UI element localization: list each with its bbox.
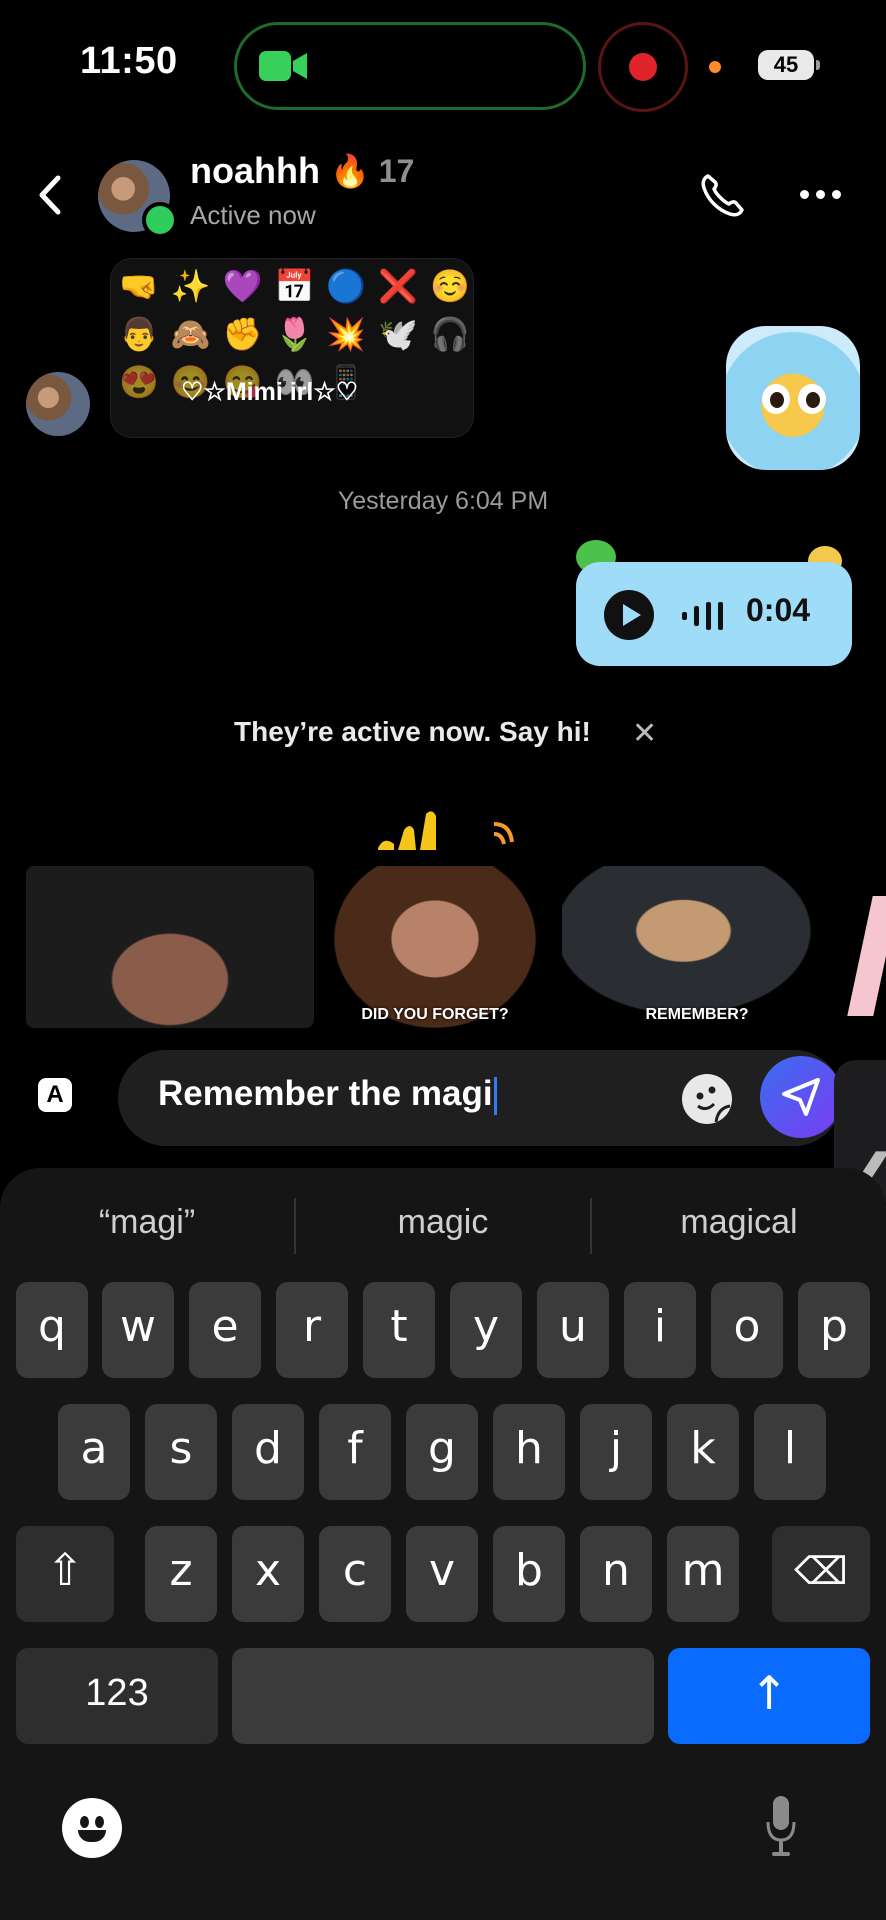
sender-avatar[interactable] <box>26 372 90 436</box>
gif-caption: REMEMBER? <box>645 1006 749 1023</box>
numbers-key[interactable]: 123 <box>16 1648 218 1744</box>
sticker-eye <box>762 384 790 414</box>
gif-result-partial[interactable] <box>847 896 886 1016</box>
suggestion-quoted[interactable]: “magi” <box>0 1168 294 1276</box>
key-d[interactable]: d <box>232 1404 304 1500</box>
suggestion-magical[interactable]: magical <box>592 1168 886 1276</box>
send-icon <box>782 1078 820 1116</box>
message-timestamp: Yesterday 6:04 PM <box>337 487 549 515</box>
key-a[interactable]: a <box>58 1404 130 1500</box>
emoji-row: 🤜✨💜📅🔵❌☺️ <box>119 268 474 304</box>
gif-result[interactable]: DID YOU FORGET? <box>334 866 536 1028</box>
close-tip-button[interactable]: ✕ <box>632 716 657 751</box>
delete-key[interactable]: ⌫ <box>772 1526 870 1622</box>
screen-record-indicator[interactable] <box>598 22 688 112</box>
key-b[interactable]: b <box>493 1526 565 1622</box>
loading-indicator-icon <box>378 811 514 850</box>
back-chevron-icon[interactable] <box>30 170 70 220</box>
key-i[interactable]: i <box>624 1282 696 1378</box>
key-u[interactable]: u <box>537 1282 609 1378</box>
gif-result[interactable] <box>26 866 314 1028</box>
status-time: 11:50 <box>80 40 178 82</box>
sticker-picker-icon[interactable] <box>682 1074 732 1124</box>
shared-card-title: ♡☆Mimi irl☆♡ <box>181 378 359 406</box>
play-icon[interactable] <box>604 590 654 640</box>
key-j[interactable]: j <box>580 1404 652 1500</box>
battery-indicator: 45 <box>758 50 820 80</box>
online-status-dot <box>142 202 178 238</box>
key-g[interactable]: g <box>406 1404 478 1500</box>
key-h[interactable]: h <box>493 1404 565 1500</box>
space-key[interactable] <box>232 1648 654 1744</box>
key-o[interactable]: o <box>711 1282 783 1378</box>
active-now-tip: They’re active now. Say hi! <box>234 716 591 747</box>
key-l[interactable]: l <box>754 1404 826 1500</box>
key-y[interactable]: y <box>450 1282 522 1378</box>
waveform-icon <box>682 602 723 630</box>
key-x[interactable]: x <box>232 1526 304 1622</box>
dynamic-island[interactable] <box>234 22 586 110</box>
emoji-row: 👨🙈✊🌷💥🕊️🎧 <box>119 316 474 352</box>
record-dot-icon <box>629 53 657 81</box>
message-input-text[interactable]: Remember the magi <box>158 1074 497 1115</box>
key-q[interactable]: q <box>16 1282 88 1378</box>
suggestion-magic[interactable]: magic <box>296 1168 590 1276</box>
shift-key[interactable]: ⇧ <box>16 1526 114 1622</box>
microphone-icon[interactable] <box>766 1794 796 1858</box>
streak-badge: 🔥 17 <box>330 153 415 189</box>
key-t[interactable]: t <box>363 1282 435 1378</box>
key-n[interactable]: n <box>580 1526 652 1622</box>
voice-message-bubble[interactable]: 0:04 <box>576 562 852 666</box>
gif-result[interactable]: REMEMBER? <box>562 866 832 1028</box>
key-e[interactable]: e <box>189 1282 261 1378</box>
contact-name[interactable]: noahhh <box>190 150 320 192</box>
text-format-button[interactable]: A <box>38 1078 72 1112</box>
text-caret <box>493 1076 497 1115</box>
sticker-eye <box>798 384 826 414</box>
keyboard: “magi” magic magical q w e r t y u i o p… <box>0 1168 886 1920</box>
key-m[interactable]: m <box>667 1526 739 1622</box>
more-options-icon[interactable] <box>800 186 848 200</box>
key-z[interactable]: z <box>145 1526 217 1622</box>
key-k[interactable]: k <box>667 1404 739 1500</box>
message-input[interactable]: Remember the magi <box>118 1050 842 1146</box>
key-p[interactable]: p <box>798 1282 870 1378</box>
send-button[interactable] <box>760 1056 842 1138</box>
voice-duration: 0:04 <box>746 592 811 628</box>
facetime-icon <box>259 51 307 81</box>
shared-post-card[interactable]: 🤜✨💜📅🔵❌☺️ 👨🙈✊🌷💥🕊️🎧 😍😊😋👀📱 ♡☆Mimi irl☆♡ <box>110 258 474 438</box>
key-f[interactable]: f <box>319 1404 391 1500</box>
return-key[interactable]: ↑ <box>668 1648 870 1744</box>
contact-status: Active now <box>190 200 316 230</box>
privacy-indicator-dot <box>709 61 721 73</box>
key-r[interactable]: r <box>276 1282 348 1378</box>
emoji-keyboard-icon[interactable] <box>62 1798 122 1858</box>
key-c[interactable]: c <box>319 1526 391 1622</box>
key-v[interactable]: v <box>406 1526 478 1622</box>
ice-cube-sticker[interactable] <box>726 326 860 470</box>
gif-caption: DID YOU FORGET? <box>361 1006 509 1023</box>
key-w[interactable]: w <box>102 1282 174 1378</box>
key-s[interactable]: s <box>145 1404 217 1500</box>
phone-call-icon[interactable] <box>698 170 748 220</box>
